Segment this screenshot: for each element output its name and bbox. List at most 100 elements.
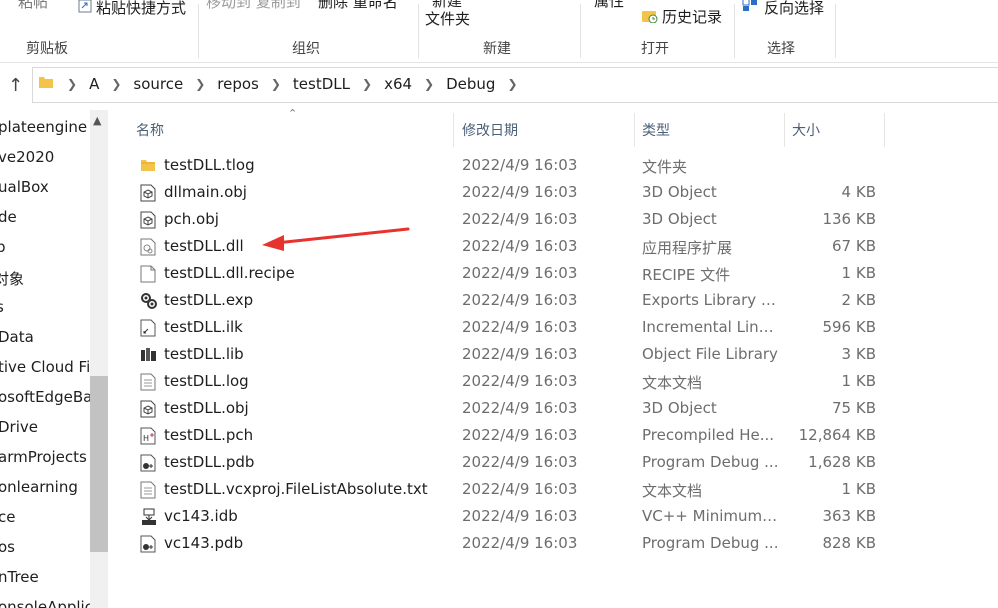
- nav-item[interactable]: osoftEdgeBa: [0, 388, 92, 418]
- file-name: testDLL.exp: [164, 291, 254, 309]
- column-divider[interactable]: [634, 113, 635, 147]
- file-date: 2022/4/9 16:03: [462, 534, 578, 552]
- breadcrumb-item[interactable]: x64: [380, 75, 416, 93]
- nav-item[interactable]: os: [0, 538, 15, 568]
- history-button[interactable]: 历史记录: [662, 6, 722, 27]
- file-size: 363 KB: [822, 507, 876, 525]
- delete-rename-button[interactable]: 删除 重命名: [318, 0, 398, 12]
- column-divider[interactable]: [784, 113, 785, 147]
- file-row[interactable]: testDLL.vcxproj.FileListAbsolute.txt 2022…: [110, 476, 998, 503]
- file-row[interactable]: testDLL.tlog 2022/4/9 16:03 文件夹: [110, 152, 998, 179]
- file-row[interactable]: testDLL.exp 2022/4/9 16:03 Exports Library…: [110, 287, 998, 314]
- file-row[interactable]: testDLL.dll.recipe 2022/4/9 16:03 RECIPE 文…: [110, 260, 998, 287]
- file-type: 文本文档: [642, 482, 703, 500]
- file-name: testDLL.ilk: [164, 318, 243, 336]
- pdb-icon: [140, 535, 156, 553]
- breadcrumb-item[interactable]: source: [129, 75, 187, 93]
- file-name: testDLL.pch: [164, 426, 254, 444]
- file-size: 75 KB: [832, 399, 876, 417]
- nav-item[interactable]: plateengine: [0, 118, 87, 148]
- file-row[interactable]: testDLL.pdb 2022/4/9 16:03 Program Debug .…: [110, 449, 998, 476]
- invert-selection-button[interactable]: 反向选择: [764, 0, 824, 18]
- chevron-right-icon[interactable]: ❯: [59, 77, 85, 91]
- breadcrumb-item[interactable]: repos: [213, 75, 263, 93]
- file-type: RECIPE 文件: [642, 266, 731, 284]
- paste-shortcut-button[interactable]: 粘贴快捷方式: [96, 0, 186, 18]
- chevron-right-icon[interactable]: ❯: [103, 77, 129, 91]
- column-header-date[interactable]: 修改日期: [462, 120, 518, 156]
- breadcrumb-item[interactable]: A: [85, 75, 103, 93]
- file-name: testDLL.dll: [164, 237, 244, 255]
- properties-button[interactable]: 属性: [594, 0, 624, 11]
- breadcrumb-item[interactable]: testDLL: [289, 75, 354, 93]
- nav-item[interactable]: armProjects: [0, 448, 87, 478]
- nav-item[interactable]: ce: [0, 508, 15, 538]
- nav-item[interactable]: de: [0, 208, 17, 238]
- file-row[interactable]: pch.obj 2022/4/9 16:03 3D Object 136 KB: [110, 206, 998, 233]
- nav-item[interactable]: s: [0, 298, 4, 328]
- ribbon: 粘帖 粘贴快捷方式 移动到 复制到 删除 重命名 新建 文件夹 属性 历史记录 …: [0, 0, 998, 63]
- address-bar-row: ↑ ❯ A ❯ source ❯ repos ❯ testDLL ❯ x64 ❯…: [0, 63, 998, 107]
- move-copy-button[interactable]: 移动到 复制到: [206, 0, 301, 12]
- file-row[interactable]: testDLL.obj 2022/4/9 16:03 3D Object 75 KB: [110, 395, 998, 422]
- ribbon-separator: [580, 4, 581, 58]
- file-row[interactable]: vc143.idb 2022/4/9 16:03 VC++ Minimum ... 3…: [110, 503, 998, 530]
- chevron-right-icon[interactable]: ❯: [499, 77, 525, 91]
- nav-item[interactable]: ve2020: [0, 148, 54, 178]
- up-arrow-icon[interactable]: ↑: [8, 75, 23, 96]
- sort-ascending-icon: ⌃: [288, 107, 298, 120]
- file-row[interactable]: testDLL.dll 2022/4/9 16:03 应用程序扩展 67 KB: [110, 233, 998, 260]
- breadcrumb-item[interactable]: Debug: [442, 75, 499, 93]
- new-folder-button[interactable]: 文件夹: [425, 8, 470, 29]
- 3d-object-icon: [140, 211, 156, 229]
- file-row[interactable]: dllmain.obj 2022/4/9 16:03 3D Object 4 KB: [110, 179, 998, 206]
- svg-text:H: H: [143, 434, 149, 443]
- nav-item[interactable]: Data: [0, 328, 34, 358]
- file-size: 1,628 KB: [808, 453, 876, 471]
- column-divider[interactable]: [884, 113, 885, 147]
- file-type: 应用程序扩展: [642, 239, 733, 257]
- chevron-right-icon[interactable]: ❯: [354, 77, 380, 91]
- select-group-label: 选择: [767, 41, 795, 57]
- column-header-size[interactable]: 大小: [792, 120, 820, 156]
- nav-item[interactable]: onlearning: [0, 478, 78, 508]
- file-size: 1 KB: [841, 264, 876, 282]
- file-type: Program Debug ...: [642, 453, 779, 471]
- file-type: Precompiled He...: [642, 426, 775, 444]
- address-bar[interactable]: ❯ A ❯ source ❯ repos ❯ testDLL ❯ x64 ❯ D…: [32, 67, 998, 103]
- file-row[interactable]: testDLL.lib 2022/4/9 16:03 Object File Lib…: [110, 341, 998, 368]
- file-row[interactable]: testDLL.ilk 2022/4/9 16:03 Incremental Lin…: [110, 314, 998, 341]
- file-date: 2022/4/9 16:03: [462, 372, 578, 390]
- column-divider[interactable]: [453, 113, 454, 147]
- nav-item[interactable]: nTree: [0, 568, 39, 598]
- folder-icon: [140, 157, 156, 175]
- file-row[interactable]: testDLL.log 2022/4/9 16:03 文本文档 1 KB: [110, 368, 998, 395]
- file-type: 3D Object: [642, 399, 717, 417]
- chevron-right-icon[interactable]: ❯: [416, 77, 442, 91]
- file-type: Program Debug ...: [642, 534, 779, 552]
- file-row[interactable]: vc143.pdb 2022/4/9 16:03 Program Debug ...…: [110, 530, 998, 557]
- history-icon: [642, 8, 658, 24]
- nav-scrollbar-thumb[interactable]: [90, 376, 108, 552]
- file-date: 2022/4/9 16:03: [462, 291, 578, 309]
- file-size: 596 KB: [822, 318, 876, 336]
- paste-label[interactable]: 粘帖: [18, 0, 48, 12]
- nav-item[interactable]: tive Cloud Fil: [0, 358, 94, 388]
- nav-item[interactable]: Drive: [0, 418, 38, 448]
- nav-item[interactable]: onsoleApplic: [0, 598, 93, 608]
- column-header-name[interactable]: 名称: [136, 120, 164, 156]
- nav-item[interactable]: ualBox: [0, 178, 49, 208]
- folder-icon: [39, 75, 59, 93]
- nav-item[interactable]: 对象: [0, 268, 24, 298]
- file-name: pch.obj: [164, 210, 219, 228]
- pch-icon: H: [140, 427, 156, 445]
- paste-shortcut-icon: [78, 0, 92, 13]
- file-row[interactable]: HtestDLL.pch 2022/4/9 16:03 Precompiled He…: [110, 422, 998, 449]
- chevron-right-icon[interactable]: ❯: [263, 77, 289, 91]
- scroll-up-arrow-icon[interactable]: ▲: [93, 114, 101, 127]
- column-header-type[interactable]: 类型: [642, 120, 670, 156]
- file-date: 2022/4/9 16:03: [462, 507, 578, 525]
- nav-item[interactable]: p: [0, 238, 6, 268]
- chevron-right-icon[interactable]: ❯: [187, 77, 213, 91]
- file-size: 828 KB: [822, 534, 876, 552]
